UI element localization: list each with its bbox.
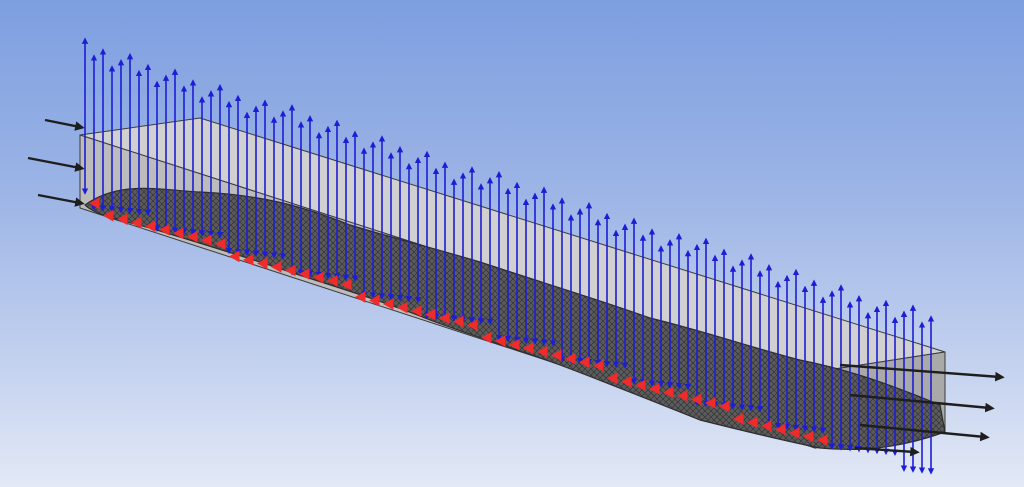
axial-arrow-icon xyxy=(27,156,85,172)
model-scene[interactable] xyxy=(0,0,1024,487)
axial-arrow-icon xyxy=(44,118,85,131)
axial-arrow-icon xyxy=(37,193,85,207)
axial-arrow-icon xyxy=(854,446,920,457)
graphics-viewport[interactable] xyxy=(0,0,1024,487)
